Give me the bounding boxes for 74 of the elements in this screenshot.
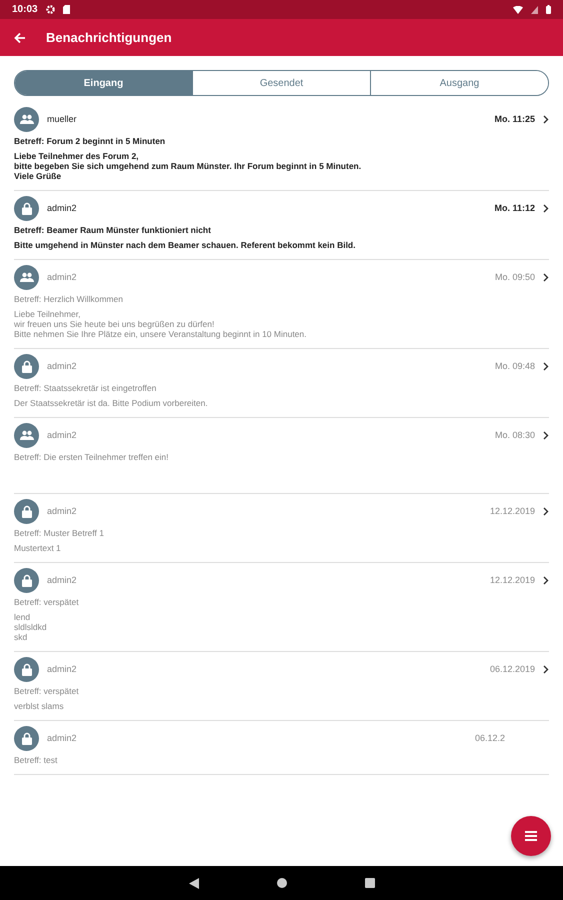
recents-icon[interactable] (364, 878, 374, 888)
menu-fab[interactable] (511, 816, 551, 856)
chevron-right-icon (543, 272, 549, 282)
message-body: Der Staatssekretär ist da. Bitte Podium vorbereiten. (14, 398, 209, 408)
group-icon (20, 430, 34, 440)
chevron-right-icon (543, 576, 549, 584)
message-body: lend sldlsldkd skd (14, 612, 48, 642)
group-icon (20, 272, 34, 282)
tab[interactable]: Ausgang (370, 71, 548, 95)
chevron-right-icon (543, 506, 549, 516)
message-subject: Betreff: Die ersten Teilnehmer treffen ein! (14, 452, 170, 462)
message-item[interactable]: admin2 12.12.2019 Betreff: Muster Betreff 1 Mustertext 1 (14, 494, 549, 563)
message-date: 12.12.2019 (490, 575, 535, 585)
message-date: 06.12.2 (474, 733, 505, 743)
message-subject: Betreff: Forum 2 beginnt in 5 Minuten (14, 136, 166, 146)
clock-time: 10:03 (12, 4, 38, 15)
sender-name: admin2 (47, 430, 78, 440)
message-date: Mo. 11:12 (494, 203, 535, 213)
message-item[interactable]: admin2 12.12.2019 Betreff: verspätet lend sldlsldkd skd (14, 563, 549, 652)
message-subject: Betreff: Herzlich Willkommen (14, 294, 124, 304)
sender-name: admin2 (47, 664, 78, 674)
chevron-right-icon (543, 114, 549, 124)
lock-icon (22, 202, 32, 214)
message-body: verblst slams (14, 701, 65, 711)
message-date: 06.12.2019 (490, 664, 535, 674)
sd-card-icon (62, 5, 70, 14)
signal-icon (531, 6, 538, 14)
message-subject: Betreff: verspätet (14, 597, 80, 607)
message-item[interactable]: admin2 Mo. 11:12 Betreff: Beamer Raum Münster funktioniert nicht Bitte umgehend in Münster nach dem Beamer schauen. Referent bekommt kein Bild. (14, 191, 549, 260)
menu-icon (525, 831, 537, 841)
sender-name: admin2 (47, 575, 78, 585)
screen-title: Benachrichtigungen (46, 30, 172, 45)
message-item[interactable]: admin2 Mo. 08:30 Betreff: Die ersten Teilnehmer treffen ein! (14, 418, 549, 494)
sender-name: mueller (47, 114, 78, 124)
chevron-right-icon (543, 664, 549, 674)
message-body: Bitte umgehend in Münster nach dem Beamer schauen. Referent bekommt kein Bild. (14, 240, 356, 250)
message-item[interactable]: mueller Mo. 11:25 Betreff: Forum 2 beginnt in 5 Minuten Liebe Teilnehmer des Forum 2, bitte begeben Sie sich umgehend zum Raum Münster. Ihr Forum beginnt in 5 Minuten. Viele Grüße (14, 102, 549, 191)
lock-icon (22, 504, 32, 518)
message-body: Liebe Teilnehmer des Forum 2, bitte begeben Sie sich umgehend zum Raum Münster. Ihr Forum beginnt in 5 Minuten. Viele Grüße (14, 151, 362, 181)
sender-name: admin2 (47, 361, 78, 371)
message-subject: Betreff: test (14, 755, 58, 765)
back-icon[interactable] (188, 878, 198, 888)
lock-icon (22, 732, 32, 744)
message-date: Mo. 09:48 (494, 361, 535, 371)
sender-name: admin2 (47, 506, 78, 516)
message-item[interactable]: admin2 06.12.2 Betreff: test (14, 721, 549, 775)
sender-name: admin2 (47, 272, 78, 282)
message-item[interactable]: admin2 06.12.2019 Betreff: verspätet verblst slams (14, 652, 549, 721)
message-subject: Betreff: Muster Betreff 1 (14, 528, 105, 538)
lock-icon (22, 662, 32, 676)
chevron-right-icon (543, 430, 549, 440)
group-icon (20, 114, 34, 124)
sender-name: admin2 (47, 733, 78, 743)
message-item[interactable]: admin2 Mo. 09:50 Betreff: Herzlich Willkommen Liebe Teilnehmer, wir freuen uns Sie heute bei uns begrüßen zu dürfen! Bitte nehmen Sie Ihre Plätze ein, unsere Veranstaltung beginnt in 10 Minuten. (14, 260, 549, 349)
sender-name: admin2 (47, 203, 78, 213)
chevron-right-icon (543, 362, 549, 370)
message-date: 12.12.2019 (490, 506, 535, 516)
message-date: Mo. 09:50 (494, 272, 535, 282)
message-subject: Betreff: Beamer Raum Münster funktioniert nicht (14, 225, 212, 235)
home-icon[interactable] (276, 878, 286, 888)
wifi-icon (513, 6, 523, 14)
lock-icon (22, 360, 32, 372)
chevron-right-icon (543, 204, 549, 212)
lock-icon (22, 574, 32, 586)
message-body: Mustertext 1 (14, 543, 62, 553)
message-date: Mo. 08:30 (494, 430, 535, 440)
back-arrow-icon[interactable] (14, 32, 26, 44)
message-date: Mo. 11:25 (494, 114, 535, 124)
message-subject: Betreff: verspätet (14, 686, 80, 696)
message-subject: Betreff: Staatssekretär ist eingetroffen (14, 383, 158, 393)
battery-icon (546, 5, 551, 14)
message-item[interactable]: admin2 Mo. 09:48 Betreff: Staatssekretär ist eingetroffen Der Staatssekretär ist da. Bitte Podium vorbereiten. (14, 349, 549, 418)
message-body: Liebe Teilnehmer, wir freuen uns Sie heute bei uns begrüßen zu dürfen! Bitte nehmen Sie Ihre Plätze ein, unsere Veranstaltung beginnt in 10 Minuten. (14, 309, 308, 339)
tab[interactable]: Eingang (15, 71, 192, 95)
